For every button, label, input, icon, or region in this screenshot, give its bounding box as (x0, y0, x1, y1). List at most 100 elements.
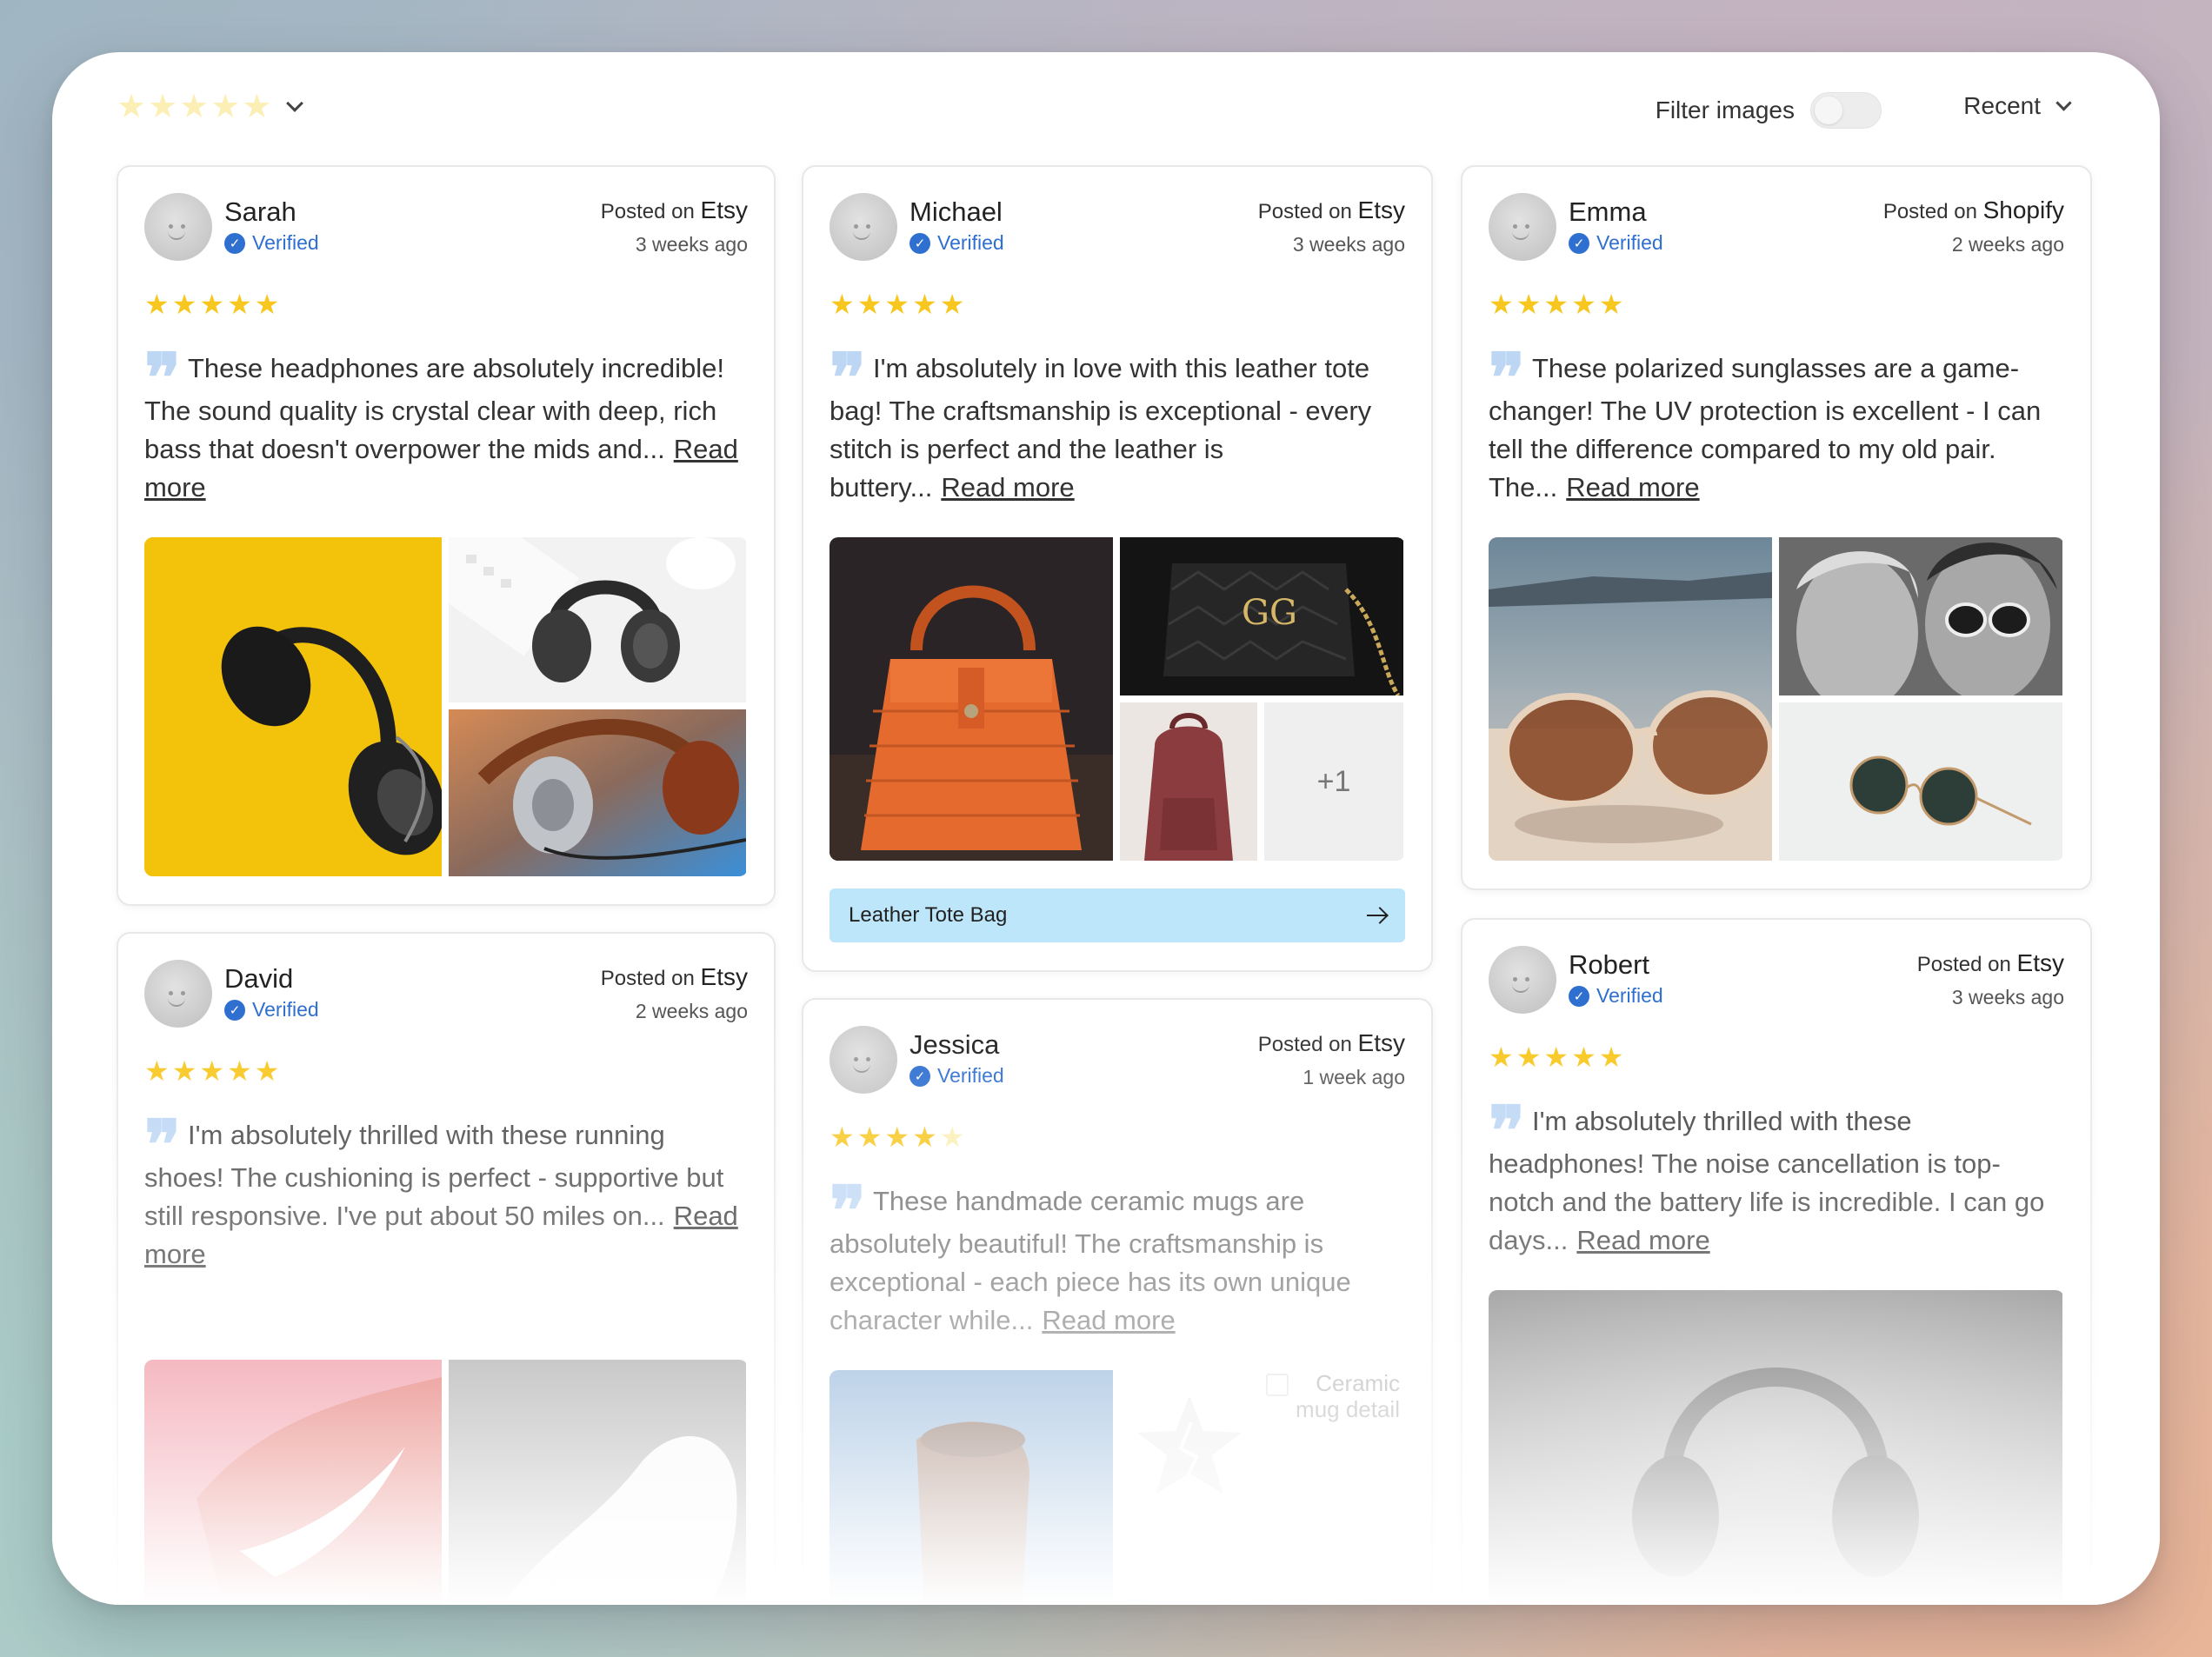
filter-images-control: Filter images (1656, 92, 1882, 129)
review-text-block: ❞ I'm absolutely thrilled with these runn… (144, 1106, 748, 1274)
read-more-link[interactable]: Read more (1042, 1305, 1175, 1335)
check-badge-icon: ✓ (1569, 232, 1589, 254)
review-image[interactable] (1779, 537, 2062, 695)
platform-name: Etsy (1357, 196, 1405, 223)
read-more-link[interactable]: Read more (1576, 1225, 1709, 1255)
review-card: David ✓ Verified Posted on Etsy 2 weeks … (117, 932, 776, 1605)
review-date: 3 weeks ago (1292, 233, 1405, 256)
reviewer-name: Emma (1569, 196, 1647, 227)
review-card: Michael ✓ Verified Posted on Etsy 3 week… (802, 165, 1433, 972)
rating-stars: ★ ★ ★ ★ ★ (830, 1123, 964, 1151)
quote-icon: ❞ (144, 339, 181, 418)
check-badge-icon: ✓ (1569, 985, 1589, 1007)
review-image[interactable] (449, 537, 746, 702)
star-icon: ★ (171, 1055, 197, 1087)
review-text-block: ❞ These headphones are absolutely incredi… (144, 339, 748, 507)
star-icon: ★ (199, 289, 225, 320)
review-text: I'm absolutely thrilled with these runni… (144, 1120, 724, 1231)
star-icon: ★ (830, 1121, 855, 1153)
quote-icon: ❞ (830, 1172, 866, 1251)
star-icon: ★ (117, 89, 147, 125)
review-card: Emma ✓ Verified Posted on Shopify 2 week… (1461, 165, 2092, 890)
review-image[interactable] (1779, 702, 2062, 861)
rating-stars: ★ ★ ★ ★ ★ (144, 1057, 279, 1085)
star-icon: ★ (856, 1121, 883, 1153)
reviewer-name: Sarah (224, 196, 296, 227)
toggle-knob (1815, 96, 1842, 124)
review-date: 3 weeks ago (635, 233, 748, 256)
star-icon: ★ (148, 89, 178, 125)
posted-on: Posted on Etsy (1917, 949, 2064, 977)
star-icon: ★ (1571, 289, 1596, 320)
star-icon: ★ (912, 1121, 937, 1153)
star-empty-icon: ★ (939, 1121, 965, 1153)
rating-stars: ★ ★ ★ ★ ★ (1489, 290, 1623, 318)
review-date: 3 weeks ago (1951, 986, 2064, 1008)
review-gallery (144, 1360, 748, 1605)
posted-prefix: Posted on (1916, 953, 2011, 976)
rating-filter-stars: ★ ★ ★ ★ ★ (117, 90, 271, 123)
star-icon: ★ (199, 1055, 225, 1087)
avatar (1489, 946, 1556, 1014)
more-images-tile[interactable]: +1 (1264, 702, 1403, 861)
chevron-down-icon (286, 95, 304, 112)
quote-icon: ❞ (830, 339, 866, 418)
review-gallery: Ceramic mug detail (830, 1370, 1405, 1605)
review-text: I'm absolutely thrilled with these headp… (1489, 1106, 2045, 1255)
reviewer-name: Robert (1569, 949, 1650, 980)
review-image[interactable] (830, 537, 1113, 861)
star-icon: ★ (856, 289, 883, 320)
broken-image-alt[interactable]: Ceramic mug detail (1264, 1370, 1403, 1474)
read-more-link[interactable]: Read more (941, 472, 1074, 502)
sort-dropdown[interactable]: Recent (1963, 92, 2072, 120)
broken-image[interactable] (1120, 1370, 1259, 1535)
review-image[interactable] (1120, 702, 1257, 861)
star-icon: ★ (1598, 289, 1624, 320)
review-date: 2 weeks ago (635, 1000, 748, 1022)
review-image[interactable] (1489, 537, 1772, 861)
review-image[interactable] (1489, 1290, 2062, 1605)
platform-name: Etsy (700, 963, 748, 990)
verified-label: Verified (252, 231, 319, 254)
chevron-down-icon (2055, 94, 2072, 111)
review-card: Sarah ✓ Verified Posted on Etsy 3 weeks … (117, 165, 776, 906)
review-image[interactable]: GG (1120, 537, 1403, 695)
star-icon: ★ (254, 289, 280, 320)
review-image[interactable] (830, 1370, 1113, 1605)
filter-images-toggle[interactable] (1810, 92, 1882, 129)
star-icon: ★ (227, 289, 252, 320)
rating-filter-dropdown[interactable]: ★ ★ ★ ★ ★ (117, 90, 304, 123)
star-icon: ★ (144, 1055, 170, 1087)
read-more-link[interactable]: Read more (1566, 472, 1699, 502)
posted-on: Posted on Etsy (1258, 196, 1405, 224)
avatar (1489, 193, 1556, 261)
review-gallery (1489, 537, 2064, 861)
quote-icon: ❞ (144, 1106, 181, 1185)
quote-icon: ❞ (1489, 339, 1525, 418)
star-icon: ★ (884, 1121, 910, 1153)
review-image[interactable] (449, 1360, 746, 1605)
product-link[interactable]: Leather Tote Bag (830, 888, 1405, 942)
review-text-block: ❞ These handmade ceramic mugs are absolut… (830, 1172, 1405, 1340)
review-image[interactable] (449, 709, 746, 876)
star-icon: ★ (1516, 289, 1542, 320)
star-icon: ★ (210, 89, 241, 125)
star-icon: ★ (1489, 1041, 1514, 1073)
more-images-count: +1 (1316, 764, 1351, 798)
star-icon: ★ (171, 289, 197, 320)
review-image[interactable] (144, 537, 442, 876)
star-icon: ★ (254, 1055, 280, 1087)
review-text-block: ❞ I'm absolutely in love with this leathe… (830, 339, 1405, 507)
star-icon: ★ (1516, 1041, 1542, 1073)
review-gallery: GG +1 (830, 537, 1405, 861)
reviewer-name: Jessica (909, 1029, 1000, 1060)
reviews-widget: ★ ★ ★ ★ ★ Filter images Recent Sarah ✓ V… (52, 52, 2160, 1605)
review-date: 2 weeks ago (1951, 233, 2064, 256)
review-image[interactable] (144, 1360, 442, 1605)
posted-on: Posted on Etsy (601, 963, 748, 991)
review-gallery (144, 537, 748, 876)
star-icon: ★ (830, 289, 855, 320)
verified-badge: ✓ Verified (1569, 984, 1663, 1008)
review-card: Robert ✓ Verified Posted on Etsy 3 weeks… (1461, 918, 2092, 1605)
posted-on: Posted on Shopify (1883, 196, 2064, 224)
